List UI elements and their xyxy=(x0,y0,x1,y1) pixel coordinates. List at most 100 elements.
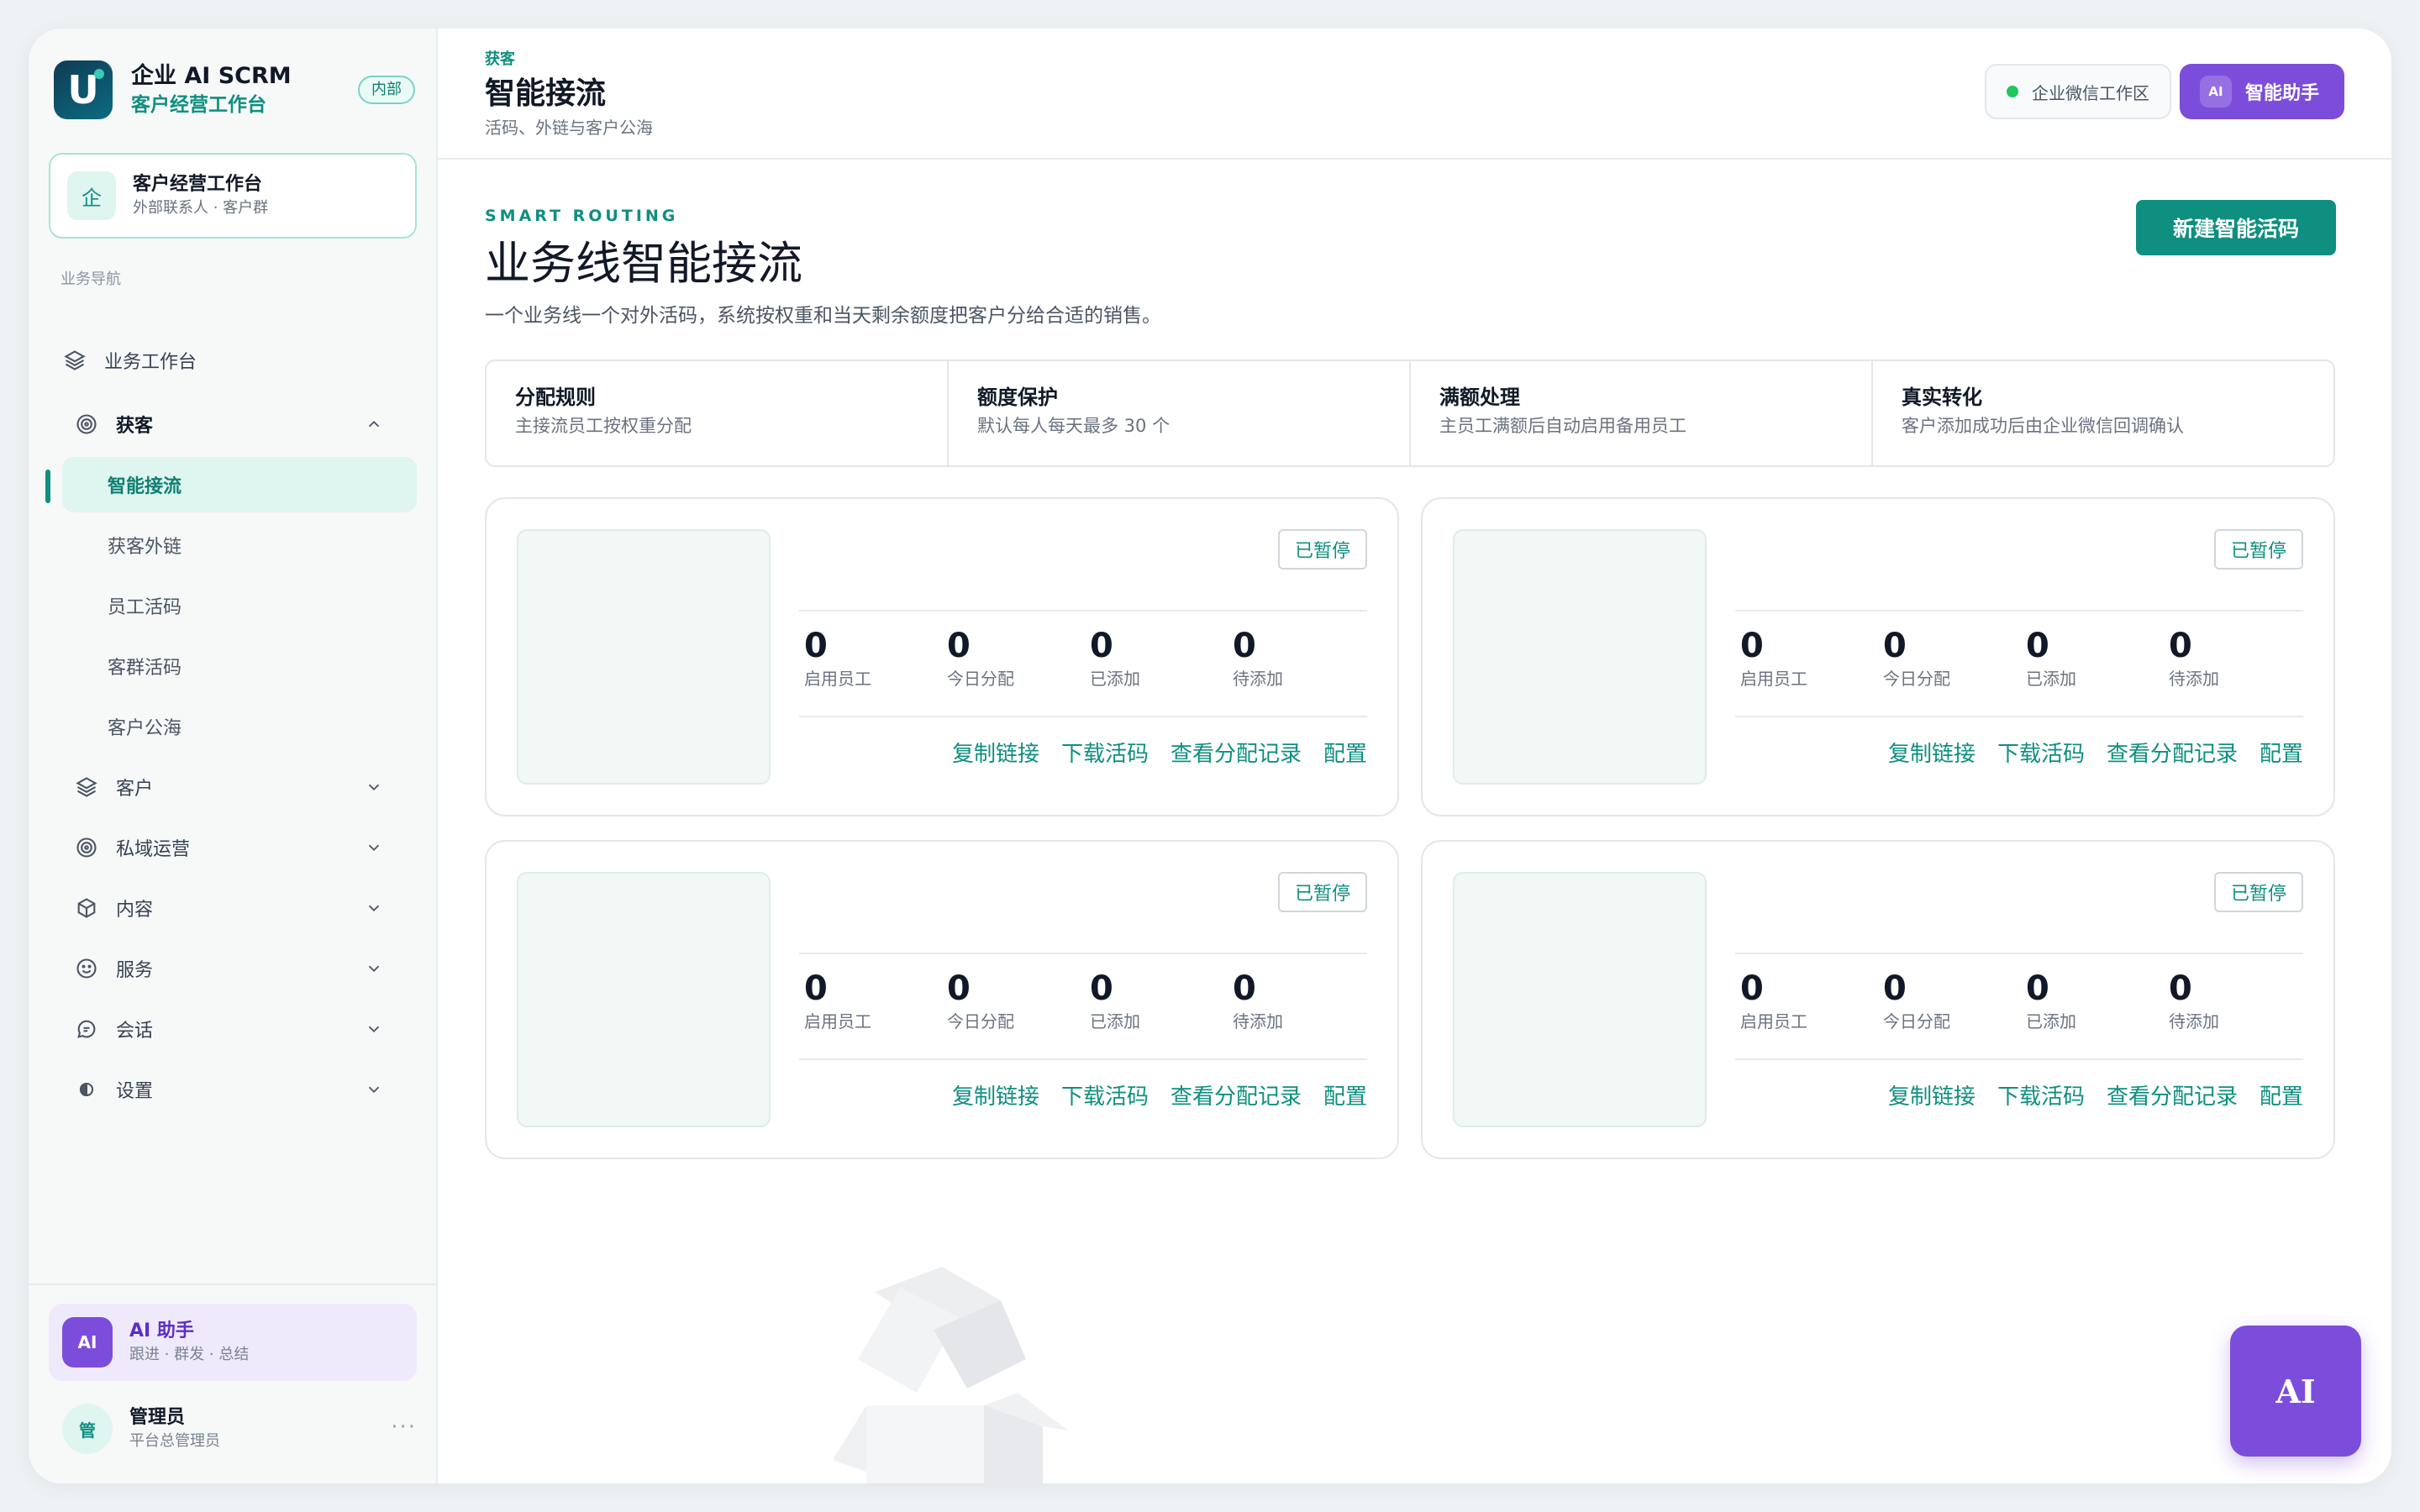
smart-assistant-button[interactable]: AI 智能助手 xyxy=(2180,64,2344,119)
ai-floating-button[interactable]: AI xyxy=(2230,1326,2361,1457)
stat-value: 0 xyxy=(1883,969,1907,1008)
chevron-down-icon xyxy=(365,899,383,917)
stat-value: 0 xyxy=(804,969,828,1008)
divider xyxy=(799,1058,1367,1060)
stat-value: 0 xyxy=(1233,627,1256,665)
view-records-button[interactable]: 查看分配记录 xyxy=(1171,1082,1302,1112)
divider xyxy=(799,716,1367,717)
online-status-dot xyxy=(2007,86,2018,97)
download-qrcode-button[interactable]: 下载活码 xyxy=(1997,1082,2085,1112)
status-badge: 已暂停 xyxy=(1278,872,1367,912)
rule-description: 默认每人每天最多 30 个 xyxy=(977,416,1171,436)
sidebar-item-workbench[interactable]: 业务工作台 xyxy=(62,333,417,388)
sidebar-item-acquisition-link[interactable]: 获客外链 xyxy=(62,517,417,573)
configure-button[interactable]: 配置 xyxy=(2260,1082,2303,1112)
sidebar-item-customer-pool[interactable]: 客户公海 xyxy=(62,699,417,754)
stat-item: 0 启用员工 xyxy=(804,968,947,1033)
layers-icon xyxy=(74,774,99,800)
stat-value: 0 xyxy=(2026,627,2049,665)
stats-row: 0 启用员工 0 今日分配 0 已添加 0 待添加 xyxy=(804,968,1376,1033)
target-icon xyxy=(74,412,99,437)
sidebar-item-employee-qrcode[interactable]: 员工活码 xyxy=(62,578,417,633)
view-records-button[interactable]: 查看分配记录 xyxy=(2107,739,2238,769)
view-records-button[interactable]: 查看分配记录 xyxy=(1171,739,1302,769)
stat-value: 0 xyxy=(1090,627,1113,665)
sidebar-group-label: 内容 xyxy=(116,900,154,921)
sidebar-group-settings[interactable]: 设置 xyxy=(29,1062,417,1117)
stat-item: 0 已添加 xyxy=(2026,968,2169,1033)
ai-assistant-card[interactable]: AI AI 助手 跟进 · 群发 · 总结 xyxy=(49,1304,417,1381)
download-qrcode-button[interactable]: 下载活码 xyxy=(1997,739,2085,769)
brand-logo-icon: U xyxy=(54,60,113,119)
stat-value: 0 xyxy=(2169,969,2192,1008)
configure-button[interactable]: 配置 xyxy=(1323,739,1367,769)
stat-item: 0 已添加 xyxy=(2026,625,2169,690)
sidebar-group-customers[interactable]: 客户 xyxy=(29,759,417,815)
avatar: 管 xyxy=(62,1404,113,1454)
configure-button[interactable]: 配置 xyxy=(1323,1082,1367,1112)
more-icon[interactable]: ··· xyxy=(391,1415,417,1440)
rule-title: 分配规则 xyxy=(515,386,596,409)
rule-item: 分配规则 主接流员工按权重分配 xyxy=(487,361,949,465)
sidebar-group-private-ops[interactable]: 私域运营 xyxy=(29,820,417,875)
rule-item: 满额处理 主员工满额后自动启用备用员工 xyxy=(1411,361,1873,465)
sidebar-item-group-qrcode[interactable]: 客群活码 xyxy=(62,638,417,694)
sidebar-group-acquisition[interactable]: 获客 xyxy=(29,396,417,452)
rule-item: 真实转化 客户添加成功后由企业微信回调确认 xyxy=(1873,361,2333,465)
smile-icon xyxy=(74,956,99,981)
divider xyxy=(1735,610,2303,612)
active-indicator xyxy=(45,470,50,503)
chevron-down-icon xyxy=(365,778,383,796)
copy-link-button[interactable]: 复制链接 xyxy=(952,739,1039,769)
create-smart-qrcode-button[interactable]: 新建智能活码 xyxy=(2136,200,2336,255)
stat-label: 启用员工 xyxy=(1740,669,1807,689)
copy-link-button[interactable]: 复制链接 xyxy=(1888,1082,1975,1112)
sidebar-footer: AI AI 助手 跟进 · 群发 · 总结 管 管理员 平台总管理员 ··· xyxy=(29,1284,436,1483)
workspace-subtitle: 外部联系人 · 客户群 xyxy=(133,199,269,217)
user-name: 管理员 xyxy=(129,1407,186,1428)
copy-link-button[interactable]: 复制链接 xyxy=(1888,739,1975,769)
page-subtitle: 活码、外链与客户公海 xyxy=(485,118,653,138)
chevron-down-icon xyxy=(365,1020,383,1038)
rule-description: 客户添加成功后由企业微信回调确认 xyxy=(1902,416,2184,436)
workspace-switcher[interactable]: 企 客户经营工作台 外部联系人 · 客户群 xyxy=(49,153,417,239)
brand-subtitle: 客户经营工作台 xyxy=(131,94,266,116)
empty-box-illustration xyxy=(833,1267,1068,1483)
stat-label: 待添加 xyxy=(2169,1011,2219,1032)
stat-label: 已添加 xyxy=(2026,669,2076,689)
configure-button[interactable]: 配置 xyxy=(2260,739,2303,769)
stat-value: 0 xyxy=(804,627,828,665)
chevron-down-icon xyxy=(365,959,383,978)
stat-value: 0 xyxy=(2026,969,2049,1008)
sidebar-item-smart-routing[interactable]: 智能接流 xyxy=(62,457,417,512)
download-qrcode-button[interactable]: 下载活码 xyxy=(1061,1082,1149,1112)
top-bar: 获客 智能接流 活码、外链与客户公海 企业微信工作区 AI 智能助手 xyxy=(438,29,2391,160)
card-actions: 复制链接 下载活码 查看分配记录 配置 xyxy=(1866,739,2303,769)
stat-label: 今日分配 xyxy=(947,669,1014,689)
brand[interactable]: U 企业 AI SCRM 客户经营工作台 xyxy=(54,60,292,119)
stats-row: 0 启用员工 0 今日分配 0 已添加 0 待添加 xyxy=(804,625,1376,690)
stat-item: 0 待添加 xyxy=(1233,968,1376,1033)
workspace-title: 客户经营工作台 xyxy=(133,174,263,195)
stat-item: 0 今日分配 xyxy=(947,968,1090,1033)
chevron-down-icon xyxy=(365,1080,383,1099)
card-actions: 复制链接 下载活码 查看分配记录 配置 xyxy=(1866,1082,2303,1112)
sidebar-group-conversation[interactable]: 会话 xyxy=(29,1001,417,1057)
copy-link-button[interactable]: 复制链接 xyxy=(952,1082,1039,1112)
sidebar-group-content[interactable]: 内容 xyxy=(29,880,417,936)
rule-title: 真实转化 xyxy=(1902,386,1982,409)
sidebar-group-label: 获客 xyxy=(116,416,154,437)
view-records-button[interactable]: 查看分配记录 xyxy=(2107,1082,2238,1112)
routing-card: 已暂停 0 启用员工 0 今日分配 0 已添加 0 待添加 复制链接 下载活码 查看分配… xyxy=(485,840,1399,1159)
workspace-env-pill[interactable]: 企业微信工作区 xyxy=(1985,64,2171,119)
download-qrcode-button[interactable]: 下载活码 xyxy=(1061,739,1149,769)
page-title: 智能接流 xyxy=(485,76,607,111)
stat-item: 0 今日分配 xyxy=(947,625,1090,690)
breadcrumb[interactable]: 获客 xyxy=(485,47,515,69)
divider xyxy=(799,953,1367,954)
user-profile[interactable]: 管 管理员 平台总管理员 ··· xyxy=(62,1391,417,1467)
stat-item: 0 启用员工 xyxy=(804,625,947,690)
sidebar-group-service[interactable]: 服务 xyxy=(29,941,417,996)
section-description: 一个业务线一个对外活码，系统按权重和当天剩余额度把客户分给合适的销售。 xyxy=(485,305,1161,327)
stat-item: 0 启用员工 xyxy=(1740,625,1883,690)
